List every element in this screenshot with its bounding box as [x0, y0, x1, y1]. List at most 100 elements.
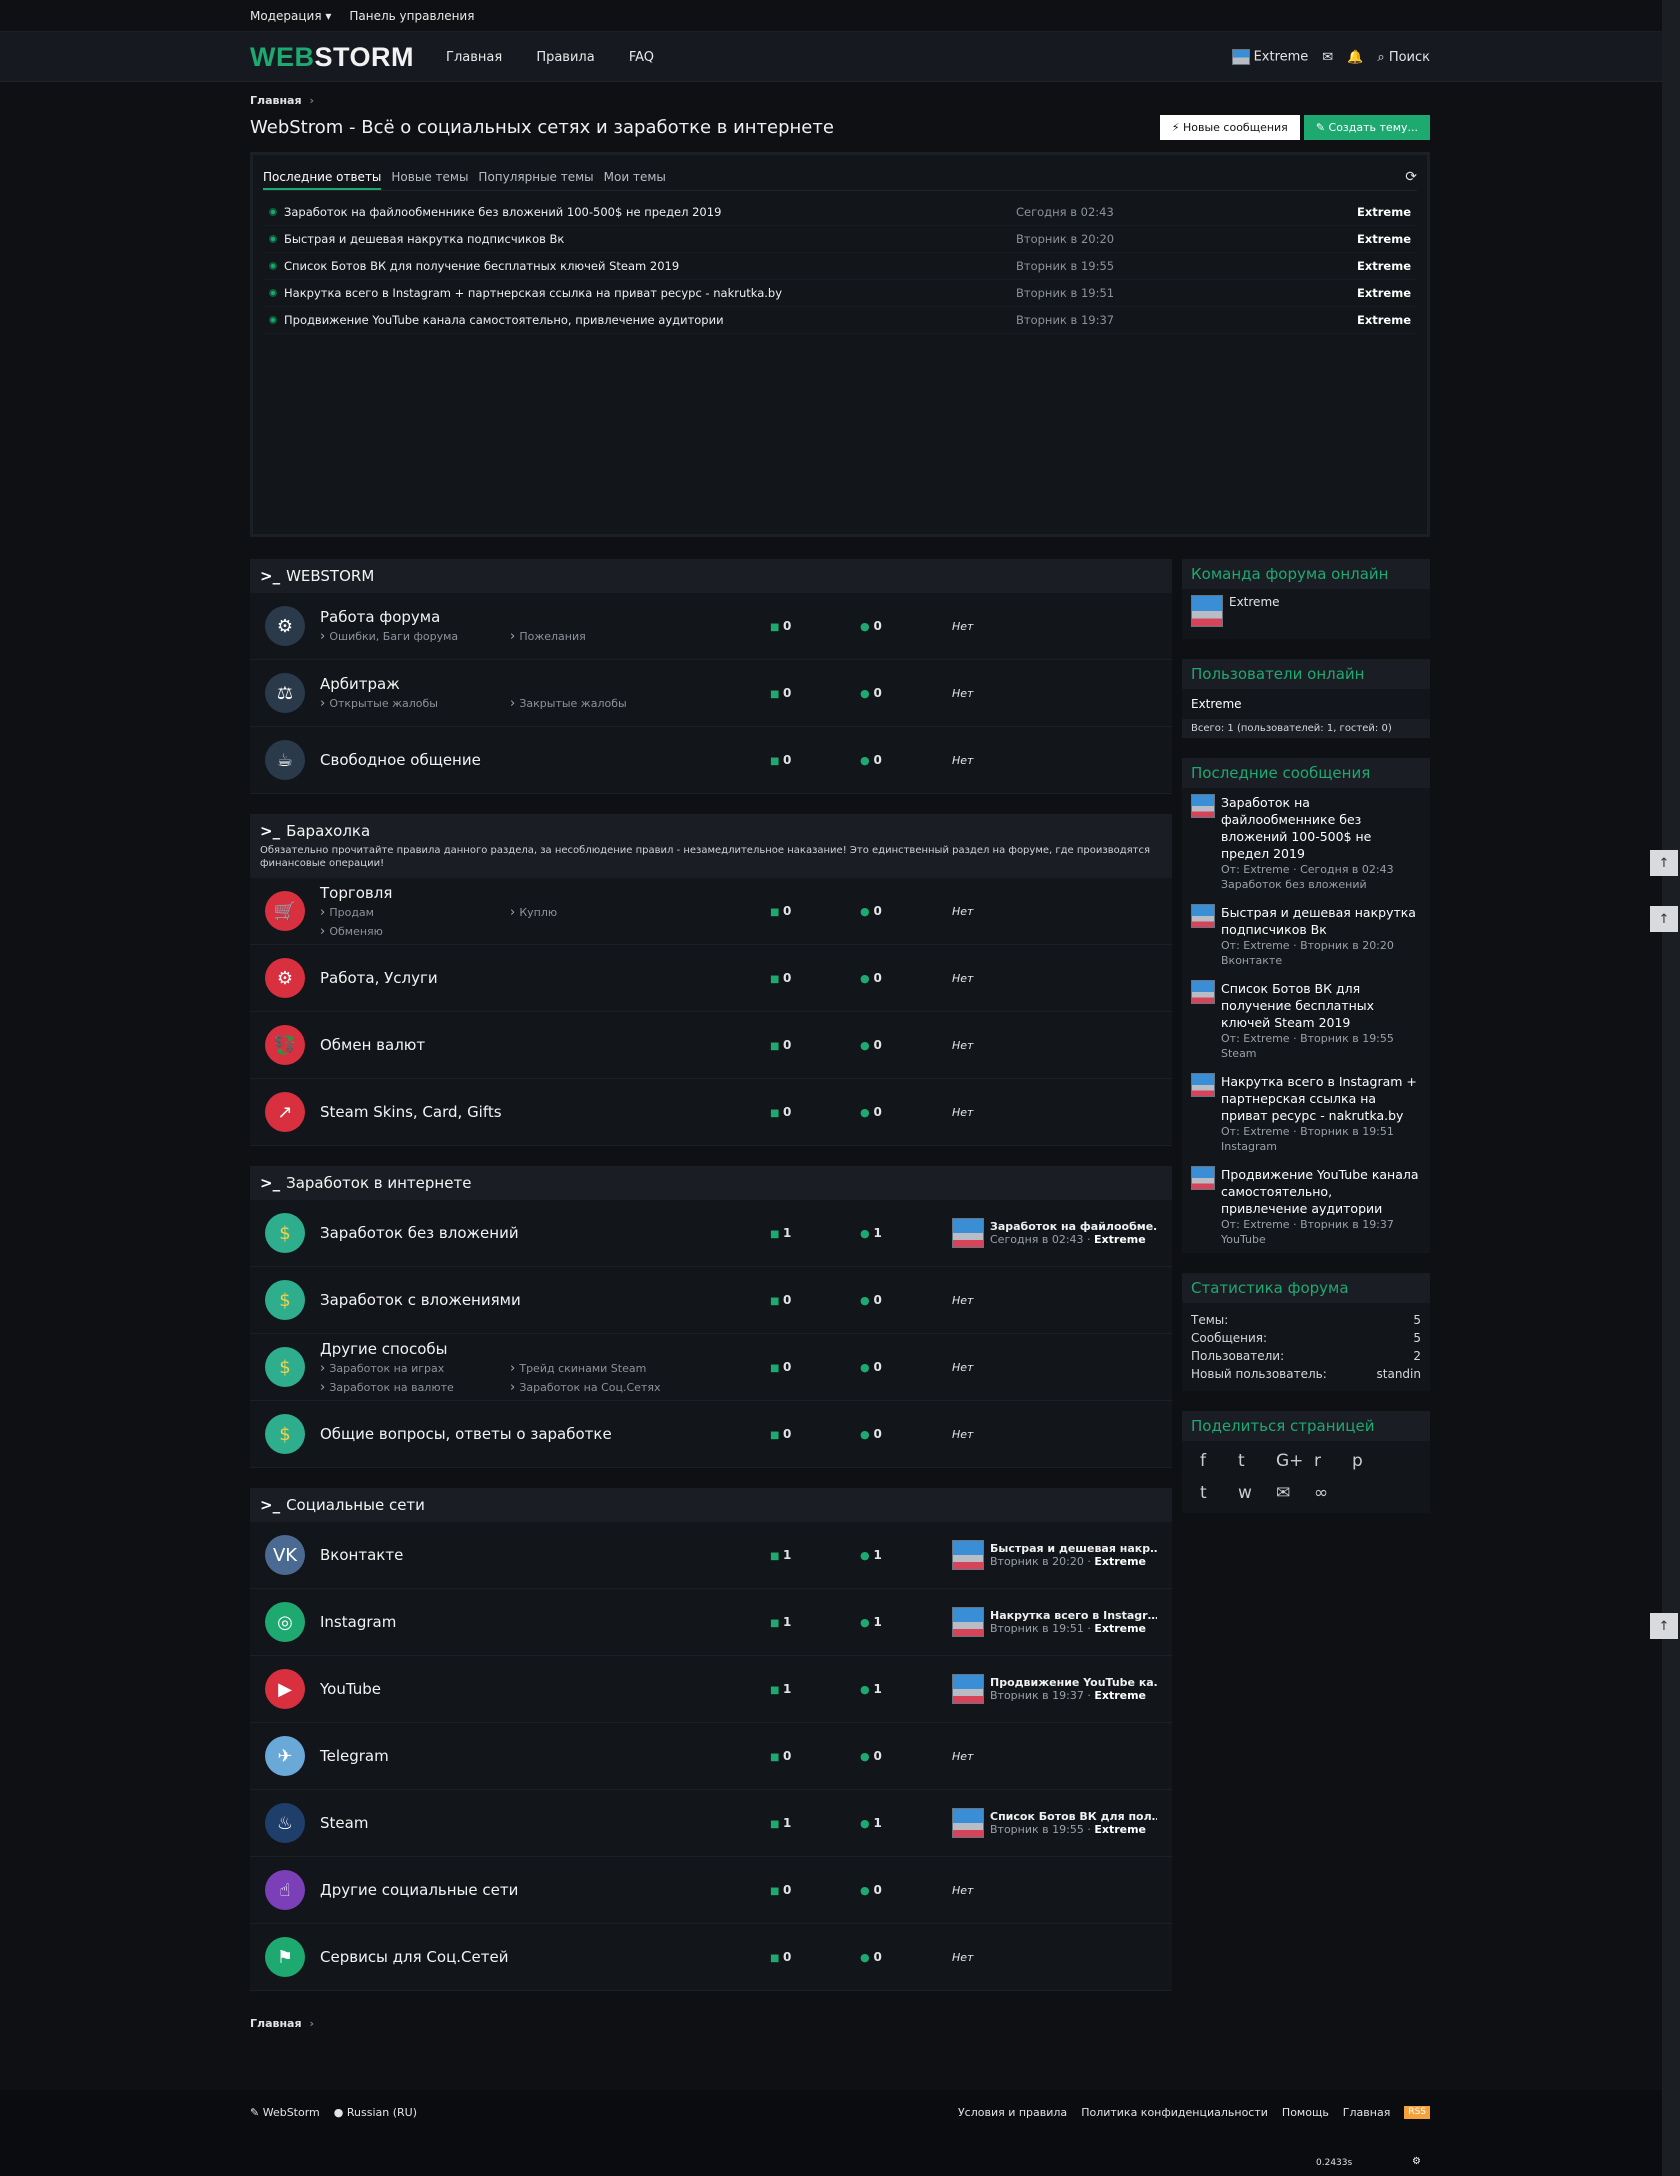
forum-title[interactable]: Общие вопросы, ответы о заработке — [320, 1425, 770, 1443]
message-forum[interactable]: YouTube — [1221, 1232, 1421, 1247]
pinterest-icon[interactable]: p — [1352, 1451, 1390, 1471]
create-thread-button[interactable]: ✎ Создать тему... — [1303, 115, 1430, 140]
last-post[interactable]: Нет — [952, 972, 1157, 985]
scroll-up-icon[interactable]: ↑ — [1650, 1613, 1678, 1639]
brand-link[interactable]: ✎ WebStorm — [250, 2106, 320, 2119]
latest-message[interactable]: Заработок на файлообменнике без вложений… — [1182, 788, 1430, 898]
message-forum[interactable]: Заработок без вложений — [1221, 877, 1421, 892]
subforum-link[interactable]: Заработок на играх — [320, 1361, 510, 1376]
reddit-icon[interactable]: r — [1314, 1451, 1352, 1471]
recent-title[interactable]: Быстрая и дешевая накрутка подписчиков В… — [284, 232, 1016, 246]
forum-row[interactable]: ◎Instagram11Накрутка всего в Instagram +… — [250, 1589, 1172, 1656]
latest-message[interactable]: Быстрая и дешевая накрутка подписчиков В… — [1182, 898, 1430, 974]
last-post[interactable]: Нет — [952, 687, 1157, 700]
nav-home[interactable]: Главная — [446, 50, 502, 65]
forum-row[interactable]: ♨Steam11Список Ботов ВК для получение бе… — [250, 1790, 1172, 1857]
last-post[interactable]: Нет — [952, 1951, 1157, 1964]
forum-title[interactable]: Сервисы для Соц.Сетей — [320, 1948, 770, 1966]
privacy-link[interactable]: Политика конфиденциальности — [1081, 2106, 1268, 2119]
scrollbar[interactable] — [1662, 0, 1680, 2176]
last-post[interactable]: Быстрая и дешевая накрутка подписчиков В… — [952, 1540, 1157, 1570]
last-post[interactable]: Нет — [952, 620, 1157, 633]
recent-user[interactable]: Extreme — [1351, 259, 1411, 273]
nav-rules[interactable]: Правила — [536, 50, 594, 65]
message-title[interactable]: Продвижение YouTube канала самостоятельн… — [1221, 1166, 1421, 1217]
last-post[interactable]: Накрутка всего в Instagram + партнерская… — [952, 1607, 1157, 1637]
help-link[interactable]: Помощь — [1282, 2106, 1329, 2119]
moderation-menu[interactable]: Модерация ▾ — [250, 9, 331, 23]
recent-user[interactable]: Extreme — [1351, 286, 1411, 300]
latest-message[interactable]: Список Ботов ВК для получение бесплатных… — [1182, 974, 1430, 1067]
forum-title[interactable]: Работа, Услуги — [320, 969, 770, 987]
category-title[interactable]: Барахолка — [286, 822, 370, 840]
forum-row[interactable]: ⚖ Арбитраж Открытые жалобыЗакрытые жалобы 0… — [250, 660, 1172, 727]
subforum-link[interactable]: Обменяю — [320, 924, 510, 939]
recent-user[interactable]: Extreme — [1351, 205, 1411, 219]
forum-title[interactable]: Обмен валют — [320, 1036, 770, 1054]
link-icon[interactable]: ∞ — [1314, 1483, 1352, 1503]
forum-row[interactable]: ↗Steam Skins, Card, Gifts00Нет — [250, 1079, 1172, 1146]
forum-title[interactable]: Арбитраж — [320, 675, 770, 693]
subforum-link[interactable]: Ошибки, Баги форума — [320, 629, 510, 644]
recent-row[interactable]: Список Ботов ВК для получение бесплатных… — [263, 253, 1417, 280]
recent-user[interactable]: Extreme — [1351, 313, 1411, 327]
rss-icon[interactable]: RSS — [1404, 2105, 1430, 2119]
subforum-link[interactable]: Продам — [320, 905, 510, 920]
email-icon[interactable]: ✉ — [1276, 1483, 1314, 1503]
message-title[interactable]: Заработок на файлообменнике без вложений… — [1221, 794, 1421, 862]
forum-row[interactable]: ⚑Сервисы для Соц.Сетей00Нет — [250, 1924, 1172, 1991]
search-button[interactable]: ⌕ Поиск — [1377, 50, 1430, 65]
last-post[interactable]: Нет — [952, 1039, 1157, 1052]
breadcrumb[interactable]: Главная › — [250, 94, 1430, 107]
recent-user[interactable]: Extreme — [1351, 232, 1411, 246]
message-forum[interactable]: Вконтакте — [1221, 953, 1421, 968]
subforum-link[interactable]: Пожелания — [510, 629, 700, 644]
subforum-link[interactable]: Заработок на Соц.Сетях — [510, 1380, 700, 1395]
terms-link[interactable]: Условия и правила — [958, 2106, 1067, 2119]
admin-panel-link[interactable]: Панель управления — [349, 9, 474, 23]
twitter-icon[interactable]: t — [1238, 1451, 1276, 1471]
home-link[interactable]: Главная — [1343, 2106, 1391, 2119]
subforum-link[interactable]: Закрытые жалобы — [510, 696, 700, 711]
forum-title[interactable]: Торговля — [320, 884, 770, 902]
whatsapp-icon[interactable]: w — [1238, 1483, 1276, 1503]
forum-row[interactable]: ☕Свободное общение00Нет — [250, 727, 1172, 794]
forum-row[interactable]: ☝Другие социальные сети00Нет — [250, 1857, 1172, 1924]
avatar[interactable] — [1191, 595, 1223, 627]
last-post[interactable]: Нет — [952, 1428, 1157, 1441]
recent-title[interactable]: Накрутка всего в Instagram + партнерская… — [284, 286, 1016, 300]
recent-row[interactable]: Накрутка всего в Instagram + партнерская… — [263, 280, 1417, 307]
forum-title[interactable]: YouTube — [320, 1680, 770, 1698]
recent-row[interactable]: Быстрая и дешевая накрутка подписчиков В… — [263, 226, 1417, 253]
recent-title[interactable]: Продвижение YouTube канала самостоятельн… — [284, 313, 1016, 327]
scroll-up-icon[interactable]: ↑ — [1650, 906, 1678, 932]
forum-title[interactable]: Telegram — [320, 1747, 770, 1765]
recent-row[interactable]: Продвижение YouTube канала самостоятельн… — [263, 307, 1417, 334]
forum-title[interactable]: Другие способы — [320, 1340, 770, 1358]
footer-breadcrumb[interactable]: Главная › — [250, 2017, 1430, 2030]
forum-row[interactable]: $Заработок без вложений11Заработок на фа… — [250, 1200, 1172, 1267]
last-post[interactable]: Нет — [952, 1294, 1157, 1307]
subforum-link[interactable]: Заработок на валюте — [320, 1380, 510, 1395]
last-post[interactable]: Нет — [952, 905, 1157, 918]
last-post[interactable]: Нет — [952, 1750, 1157, 1763]
avatar[interactable] — [952, 1674, 984, 1704]
last-post[interactable]: Список Ботов ВК для получение бесплатных… — [952, 1808, 1157, 1838]
google-plus-icon[interactable]: G+ — [1276, 1451, 1314, 1471]
tumblr-icon[interactable]: t — [1200, 1483, 1238, 1503]
avatar[interactable] — [1191, 1166, 1215, 1190]
subforum-link[interactable]: Открытые жалобы — [320, 696, 510, 711]
mail-icon[interactable]: ✉ — [1322, 50, 1333, 65]
avatar[interactable] — [1191, 904, 1215, 928]
last-post[interactable]: Нет — [952, 1884, 1157, 1897]
last-post-title[interactable]: Список Ботов ВК для получение бесплатных — [990, 1810, 1157, 1823]
avatar[interactable] — [952, 1540, 984, 1570]
forum-title[interactable]: Steam — [320, 1814, 770, 1832]
message-title[interactable]: Накрутка всего в Instagram + партнерская… — [1221, 1073, 1421, 1124]
scroll-up-icon[interactable]: ↑ — [1650, 850, 1678, 876]
message-forum[interactable]: Steam — [1221, 1046, 1421, 1061]
online-user[interactable]: Extreme — [1182, 689, 1430, 719]
forum-row[interactable]: $Заработок с вложениями00Нет — [250, 1267, 1172, 1334]
last-post[interactable]: Нет — [952, 1361, 1157, 1374]
forum-title[interactable]: Заработок без вложений — [320, 1224, 770, 1242]
